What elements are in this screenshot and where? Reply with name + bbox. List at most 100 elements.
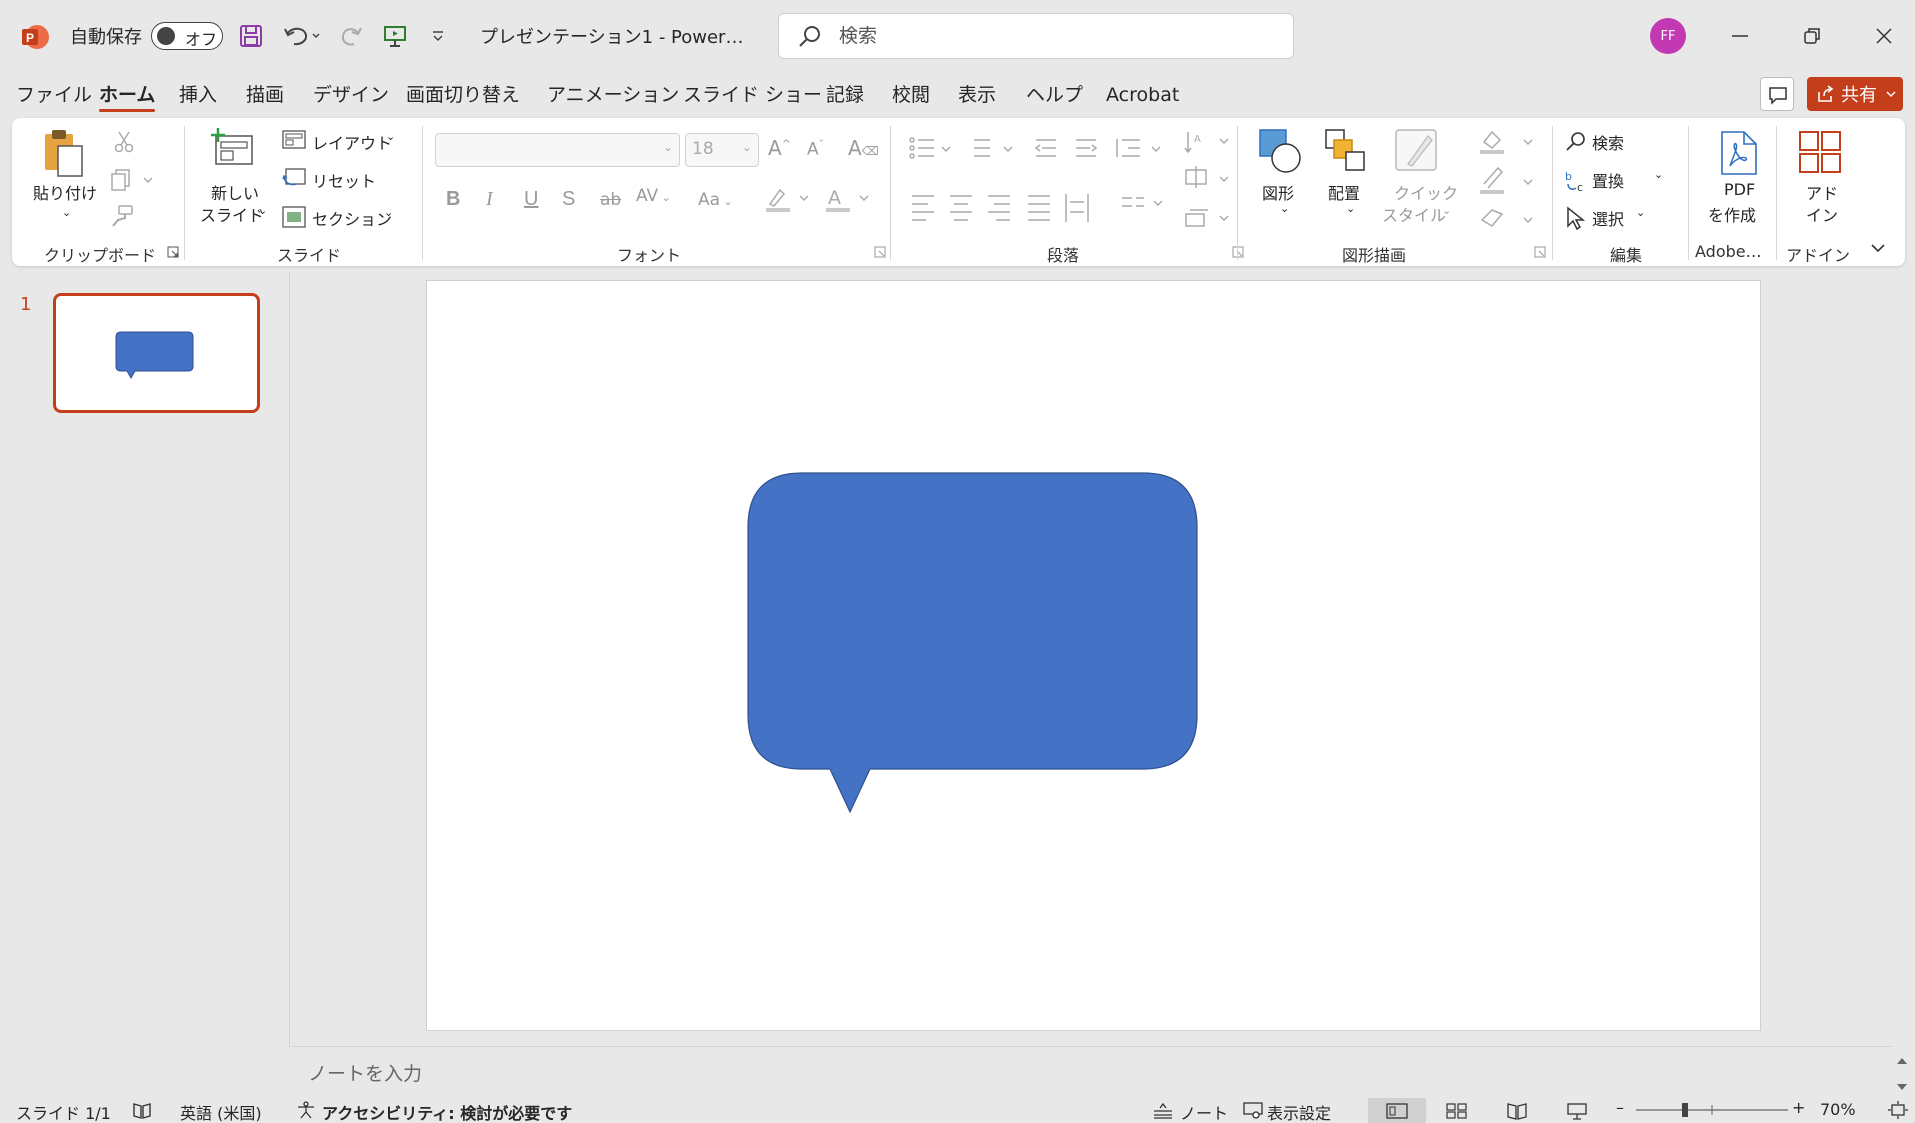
section-label[interactable]: セクション xyxy=(312,206,392,230)
copy-icon[interactable] xyxy=(110,168,154,192)
create-pdf-label-1[interactable]: PDF xyxy=(1724,180,1755,199)
undo-icon[interactable] xyxy=(282,22,322,50)
notes-icon[interactable] xyxy=(1152,1101,1174,1119)
tab-review[interactable]: 校閲 xyxy=(892,78,930,114)
find-label[interactable]: 検索 xyxy=(1592,130,1624,154)
close-icon[interactable] xyxy=(1874,22,1894,50)
tab-animations[interactable]: アニメーション xyxy=(547,78,679,114)
format-painter-icon[interactable] xyxy=(110,204,134,228)
save-icon[interactable] xyxy=(238,22,264,50)
slide-canvas[interactable] xyxy=(426,280,1761,1031)
paragraph-launcher-icon[interactable] xyxy=(1232,246,1244,258)
font-launcher-icon[interactable] xyxy=(874,246,886,258)
arrange-dropdown-icon[interactable]: ⌄ xyxy=(1346,202,1355,215)
vertical-scrollbar[interactable] xyxy=(1893,1050,1911,1098)
arrange-icon[interactable] xyxy=(1324,128,1370,174)
share-button[interactable]: 共有 xyxy=(1807,77,1903,111)
replace-dropdown-icon[interactable]: ⌄ xyxy=(1654,168,1663,181)
bold-icon[interactable]: B xyxy=(446,188,460,211)
addins-icon[interactable] xyxy=(1798,130,1842,174)
spelling-check-icon[interactable] xyxy=(132,1101,152,1119)
notes-pane[interactable]: ノートを入力 xyxy=(292,1046,1892,1094)
tab-home[interactable]: ホーム xyxy=(99,78,156,114)
cut-icon[interactable] xyxy=(112,130,136,154)
shapes-label[interactable]: 図形 xyxy=(1262,180,1294,204)
layout-icon[interactable] xyxy=(282,130,306,150)
shadow-icon[interactable]: S xyxy=(562,188,575,211)
select-icon[interactable] xyxy=(1564,206,1588,230)
display-settings[interactable]: 表示設定 xyxy=(1267,1100,1331,1123)
shapes-dropdown-icon[interactable]: ⌄ xyxy=(1280,202,1289,215)
slideshow-view-icon[interactable] xyxy=(1566,1102,1588,1120)
replace-icon[interactable]: bc xyxy=(1564,168,1590,194)
section-icon[interactable] xyxy=(282,206,306,228)
italic-icon[interactable]: I xyxy=(486,188,493,211)
shapes-icon[interactable] xyxy=(1258,128,1304,174)
tab-view[interactable]: 表示 xyxy=(958,78,996,114)
tab-file[interactable]: ファイル xyxy=(16,78,92,114)
collapse-ribbon-icon[interactable] xyxy=(1868,238,1888,258)
tab-help[interactable]: ヘルプ xyxy=(1026,78,1083,114)
slide-sorter-view-icon[interactable] xyxy=(1446,1103,1468,1119)
paste-icon[interactable] xyxy=(42,128,88,180)
redo-icon[interactable] xyxy=(338,22,364,50)
font-color-icon[interactable]: A xyxy=(824,186,870,214)
layout-dropdown-icon[interactable]: ⌄ xyxy=(386,130,395,143)
tab-insert[interactable]: 挿入 xyxy=(179,78,217,114)
font-name-dropdown-icon[interactable]: ⌄ xyxy=(663,140,673,154)
zoom-out-button[interactable]: – xyxy=(1616,1098,1624,1117)
tab-slideshow[interactable]: スライド ショー xyxy=(683,78,822,114)
customize-qat-icon[interactable] xyxy=(430,22,446,50)
clear-formatting-icon[interactable]: A⌫ xyxy=(848,136,879,160)
font-size-combo[interactable]: 18 ⌄ xyxy=(685,133,759,167)
tab-acrobat[interactable]: Acrobat xyxy=(1106,78,1179,114)
paste-dropdown-icon[interactable]: ⌄ xyxy=(62,206,71,219)
zoom-level[interactable]: 70% xyxy=(1820,1100,1856,1119)
user-avatar[interactable]: FF xyxy=(1650,18,1686,54)
tab-transitions[interactable]: 画面切り替え xyxy=(406,78,520,114)
strikethrough-icon[interactable]: ab xyxy=(600,190,621,210)
slide-thumbnail[interactable] xyxy=(53,293,260,413)
zoom-slider[interactable] xyxy=(1634,1100,1790,1120)
addins-label-2[interactable]: イン xyxy=(1806,202,1838,226)
new-slide-dropdown-icon[interactable]: ⌄ xyxy=(258,204,267,217)
zoom-in-button[interactable]: + xyxy=(1792,1098,1805,1117)
font-name-combo[interactable]: ⌄ xyxy=(435,133,680,167)
highlight-icon[interactable] xyxy=(764,186,810,214)
notes-placeholder[interactable]: ノートを入力 xyxy=(308,1059,422,1086)
accessibility-icon[interactable] xyxy=(296,1101,316,1119)
create-pdf-label-2[interactable]: を作成 xyxy=(1708,202,1756,226)
autosave-toggle[interactable]: オフ xyxy=(151,22,223,50)
increase-font-icon[interactable]: A^ xyxy=(768,136,791,160)
bullets-icon[interactable] xyxy=(908,136,1208,246)
speech-bubble-shape[interactable] xyxy=(427,281,1762,1032)
language-status[interactable]: 英語 (米国) xyxy=(180,1100,262,1123)
new-slide-label-2[interactable]: スライド xyxy=(200,202,264,226)
change-case-icon[interactable]: Aa ⌄ xyxy=(698,190,733,210)
reset-icon[interactable] xyxy=(282,168,306,188)
select-dropdown-icon[interactable]: ⌄ xyxy=(1636,206,1645,219)
new-slide-icon[interactable] xyxy=(210,128,256,168)
font-size-dropdown-icon[interactable]: ⌄ xyxy=(742,140,752,154)
notes-toggle[interactable]: ノート xyxy=(1180,1100,1228,1123)
new-slide-label-1[interactable]: 新しい xyxy=(211,180,259,204)
minimize-icon[interactable] xyxy=(1730,22,1750,50)
fit-to-window-icon[interactable] xyxy=(1888,1101,1908,1119)
find-icon[interactable] xyxy=(1564,130,1588,154)
tab-draw[interactable]: 描画 xyxy=(246,78,284,114)
replace-label[interactable]: 置換 xyxy=(1592,168,1624,192)
quick-styles-label-1[interactable]: クイック xyxy=(1394,180,1458,204)
create-pdf-icon[interactable] xyxy=(1718,130,1760,176)
select-label[interactable]: 選択 xyxy=(1592,206,1624,230)
search-input[interactable] xyxy=(839,22,1259,50)
layout-label[interactable]: レイアウト xyxy=(312,130,392,154)
accessibility-status[interactable]: アクセシビリティ: 検討が必要です xyxy=(322,1100,572,1123)
drawing-launcher-icon[interactable] xyxy=(1534,246,1546,258)
reading-view-icon[interactable] xyxy=(1506,1102,1528,1120)
section-dropdown-icon[interactable]: ⌄ xyxy=(384,206,393,219)
start-slideshow-icon[interactable] xyxy=(382,22,408,50)
arrange-label[interactable]: 配置 xyxy=(1328,180,1360,204)
text-direction-icon[interactable]: A xyxy=(1184,128,1230,248)
clipboard-launcher-icon[interactable] xyxy=(167,246,179,258)
display-settings-icon[interactable] xyxy=(1242,1101,1264,1119)
